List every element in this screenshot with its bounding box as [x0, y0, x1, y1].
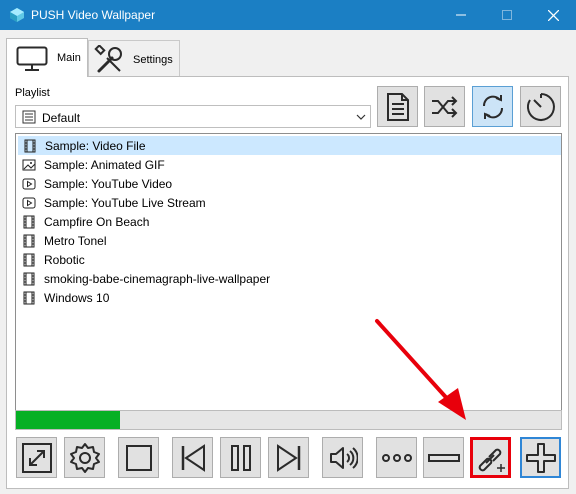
- volume-icon: [329, 446, 358, 469]
- playlist-editor-button[interactable]: [377, 86, 418, 127]
- repeat-button[interactable]: [472, 86, 513, 127]
- remove-icon: [427, 453, 460, 462]
- stop-button[interactable]: [118, 437, 159, 478]
- list-item-label: Robotic: [44, 252, 85, 267]
- film-icon: [23, 253, 35, 266]
- window-title: PUSH Video Wallpaper: [31, 8, 156, 22]
- film-icon: [23, 215, 35, 228]
- list-item-label: Metro Tonel: [44, 233, 107, 248]
- maximize-button[interactable]: [484, 0, 530, 30]
- minimize-button[interactable]: [438, 0, 484, 30]
- film-icon: [23, 234, 35, 247]
- stop-icon: [125, 444, 152, 471]
- volume-button[interactable]: [322, 437, 363, 478]
- maximize-icon: [502, 10, 512, 20]
- list-item[interactable]: Sample: Video File: [18, 136, 561, 155]
- list-item-label: Sample: YouTube Live Stream: [44, 195, 206, 210]
- tools-icon: [94, 45, 122, 73]
- chevron-down-icon: [356, 114, 366, 120]
- list-icon: [22, 110, 36, 124]
- fullscreen-button[interactable]: [16, 437, 57, 478]
- monitor-icon: [16, 46, 48, 71]
- playlist-selected-value: Default: [42, 111, 81, 125]
- progress-fill: [16, 411, 120, 429]
- close-button[interactable]: [530, 0, 576, 30]
- list-item[interactable]: Campfire On Beach: [18, 212, 561, 231]
- film-icon: [23, 291, 35, 304]
- settings-button[interactable]: [64, 437, 105, 478]
- document-icon: [386, 92, 409, 121]
- settings-icon: [69, 442, 100, 473]
- shuffle-icon: [431, 95, 457, 118]
- add-button[interactable]: [520, 437, 561, 478]
- list-item-label: Sample: YouTube Video: [44, 176, 173, 191]
- app-logo-icon: [10, 8, 24, 22]
- list-item[interactable]: Sample: YouTube Video: [18, 174, 561, 193]
- progress-bar[interactable]: [15, 410, 562, 430]
- list-item[interactable]: Sample: YouTube Live Stream: [18, 193, 561, 212]
- list-item[interactable]: Robotic: [18, 250, 561, 269]
- next-button[interactable]: [268, 437, 309, 478]
- film-icon: [23, 272, 35, 285]
- fullscreen-icon: [21, 442, 52, 473]
- tab-main[interactable]: Main: [6, 38, 88, 77]
- close-icon: [547, 9, 559, 21]
- add-icon: [525, 442, 556, 473]
- list-item[interactable]: smoking-babe-cinemagraph-live-wallpaper: [18, 269, 561, 288]
- timer-button[interactable]: [520, 86, 561, 127]
- playlist-label: Playlist: [15, 87, 50, 99]
- more-icon: [381, 453, 412, 462]
- list-item[interactable]: Windows 10: [18, 288, 561, 307]
- play-icon: [22, 197, 36, 208]
- previous-button[interactable]: [172, 437, 213, 478]
- tab-main-label: Main: [57, 52, 81, 64]
- shuffle-button[interactable]: [424, 86, 465, 127]
- list-item[interactable]: Metro Tonel: [18, 231, 561, 250]
- pause-icon: [230, 444, 251, 471]
- pause-button[interactable]: [220, 437, 261, 478]
- playlist-list[interactable]: Sample: Video File Sample: Animated GIF Sa…: [15, 133, 562, 430]
- list-item[interactable]: Sample: Animated GIF: [18, 155, 561, 174]
- more-button[interactable]: [376, 437, 417, 478]
- tab-settings[interactable]: Settings: [88, 40, 180, 76]
- minimize-icon: [456, 14, 466, 16]
- image-icon: [22, 159, 36, 170]
- previous-icon: [181, 443, 205, 472]
- next-icon: [276, 443, 300, 472]
- repeat-icon: [482, 94, 503, 119]
- tab-settings-label: Settings: [133, 54, 173, 66]
- list-item-label: Campfire On Beach: [44, 214, 150, 229]
- list-item-label: Windows 10: [44, 290, 110, 305]
- timer-icon: [526, 92, 555, 121]
- list-item-label: Sample: Animated GIF: [44, 157, 165, 172]
- film-icon: [24, 139, 36, 152]
- list-item-label: smoking-babe-cinemagraph-live-wallpaper: [44, 271, 271, 286]
- playlist-dropdown[interactable]: Default: [15, 105, 371, 128]
- title-bar: PUSH Video Wallpaper: [0, 0, 576, 30]
- add-url-button[interactable]: [470, 437, 511, 478]
- remove-button[interactable]: [423, 437, 464, 478]
- play-icon: [22, 178, 36, 189]
- add-url-icon: [478, 448, 505, 472]
- list-item-label: Sample: Video File: [45, 138, 146, 153]
